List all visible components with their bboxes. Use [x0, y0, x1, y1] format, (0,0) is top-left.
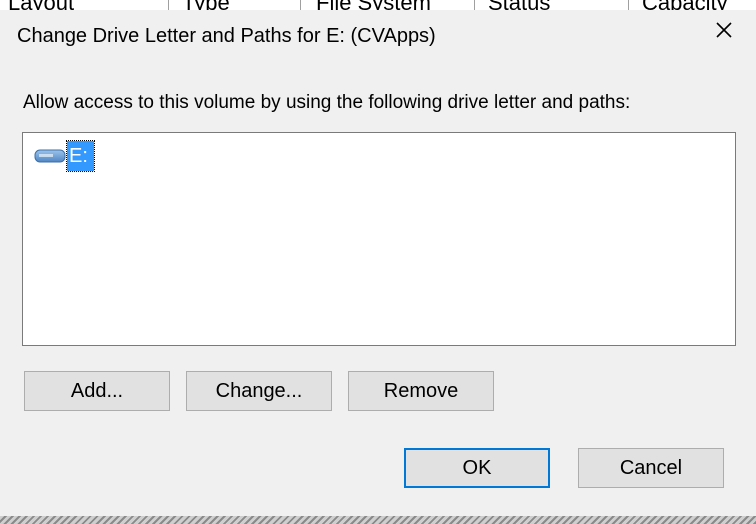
- dialog-titlebar[interactable]: Change Drive Letter and Paths for E: (CV…: [0, 10, 756, 64]
- change-button[interactable]: Change...: [186, 371, 332, 411]
- dialog-title: Change Drive Letter and Paths for E: (CV…: [17, 25, 436, 47]
- close-button[interactable]: [700, 10, 748, 50]
- instruction-label: Allow access to this volume by using the…: [23, 92, 631, 113]
- list-item-label: E:: [66, 140, 95, 172]
- drive-icon: [34, 149, 66, 163]
- drive-path-listbox[interactable]: E:: [22, 132, 736, 346]
- window-bottom-edge: [0, 516, 756, 524]
- close-icon: [716, 22, 732, 38]
- change-drive-letter-dialog: Change Drive Letter and Paths for E: (CV…: [0, 10, 756, 516]
- add-button[interactable]: Add...: [24, 371, 170, 411]
- ok-button[interactable]: OK: [404, 448, 550, 488]
- remove-button[interactable]: Remove: [348, 371, 494, 411]
- cancel-button[interactable]: Cancel: [578, 448, 724, 488]
- list-item-drive-e[interactable]: E:: [33, 140, 95, 172]
